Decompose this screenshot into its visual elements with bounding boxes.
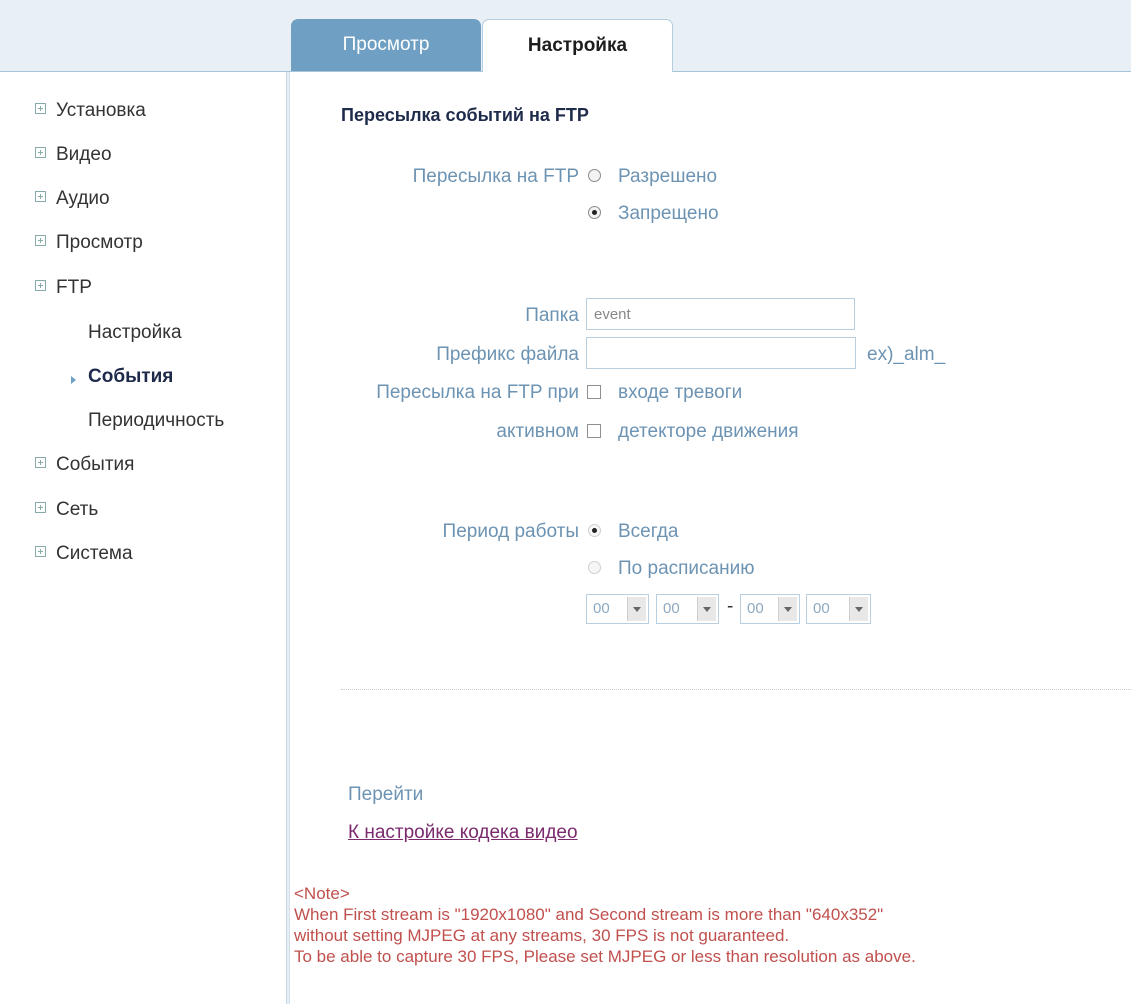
ftp-upload-deny-label: Запрещено	[618, 203, 719, 224]
period-label: Период работы	[442, 521, 579, 542]
main-content: Пересылка событий на FTP Пересылка на FT…	[291, 72, 1131, 1004]
ftp-upload-allow-label: Разрешено	[618, 166, 718, 187]
period-always-radio[interactable]	[588, 524, 601, 537]
sidebar-item-audio[interactable]: Аудио	[35, 188, 110, 210]
select-value: 00	[813, 600, 830, 617]
sidebar-item-label: События	[56, 454, 135, 475]
plus-box-icon	[35, 502, 46, 513]
sidebar-item-label: Видео	[56, 144, 112, 165]
chevron-down-icon	[778, 597, 797, 621]
ftp-upload-deny-radio[interactable]	[588, 206, 601, 219]
select-value: 00	[663, 600, 680, 617]
alarm-input-checkbox[interactable]	[587, 385, 601, 399]
period-always-label: Всегда	[618, 521, 679, 542]
note-line: without setting MJPEG at any streams, 30…	[294, 926, 790, 945]
sidebar: Установка Видео Аудио Просмотр FTP Настр…	[0, 72, 286, 1004]
sidebar-item-network[interactable]: Сеть	[35, 499, 98, 521]
plus-box-icon	[35, 147, 46, 158]
ftp-upload-label: Пересылка на FTP	[412, 166, 579, 187]
active-label: активном	[496, 421, 579, 442]
top-bar: Просмотр Настройка	[0, 0, 1131, 72]
prefix-input[interactable]	[586, 337, 856, 369]
motion-detector-checkbox[interactable]	[587, 424, 601, 438]
sidebar-subitem-events[interactable]: События	[88, 366, 173, 388]
sidebar-item-ftp[interactable]: FTP	[35, 277, 92, 299]
note-block: <Note> When First stream is "1920x1080" a…	[294, 883, 916, 967]
goto-heading: Перейти	[348, 784, 424, 805]
plus-box-icon	[35, 235, 46, 246]
end-hour-select[interactable]: 00	[740, 594, 800, 624]
plus-box-icon	[35, 280, 46, 291]
sidebar-item-system[interactable]: Система	[35, 543, 133, 565]
end-minute-select[interactable]: 00	[806, 594, 871, 624]
sidebar-item-label: Аудио	[56, 188, 110, 209]
start-hour-select[interactable]: 00	[586, 594, 649, 624]
plus-box-icon	[35, 191, 46, 202]
note-line: To be able to capture 30 FPS, Please set…	[294, 947, 916, 966]
period-schedule-radio[interactable]	[588, 561, 601, 574]
sidebar-item-video[interactable]: Видео	[35, 144, 112, 166]
triangle-right-icon	[71, 376, 76, 384]
note-line: When First stream is "1920x1080" and Sec…	[294, 905, 884, 924]
tab-setup[interactable]: Настройка	[482, 19, 673, 72]
prefix-example: ex)_alm_	[867, 344, 946, 365]
sidebar-item-label: Установка	[56, 100, 146, 121]
upload-on-label: Пересылка на FTP при	[376, 382, 579, 403]
sidebar-item-label: FTP	[56, 277, 92, 298]
ftp-upload-allow-radio[interactable]	[588, 169, 601, 182]
sidebar-item-events[interactable]: События	[35, 454, 134, 476]
folder-input[interactable]	[586, 298, 855, 330]
sidebar-item-install[interactable]: Установка	[35, 100, 146, 122]
select-value: 00	[593, 600, 610, 617]
sidebar-item-view[interactable]: Просмотр	[35, 232, 143, 254]
chevron-down-icon	[849, 597, 868, 621]
prefix-label: Префикс файла	[436, 344, 579, 365]
sidebar-subitem-periodic[interactable]: Периодичность	[88, 410, 224, 432]
plus-box-icon	[35, 546, 46, 557]
alarm-input-label: входе тревоги	[618, 382, 743, 403]
sidebar-item-label: Просмотр	[56, 232, 143, 253]
sidebar-item-label: Система	[56, 543, 133, 564]
time-range-separator: -	[727, 596, 734, 617]
select-value: 00	[747, 600, 764, 617]
chevron-down-icon	[697, 597, 716, 621]
sidebar-item-label: Сеть	[56, 499, 99, 520]
start-minute-select[interactable]: 00	[656, 594, 719, 624]
sidebar-divider	[286, 72, 290, 1004]
period-schedule-label: По расписанию	[618, 558, 755, 579]
tab-view[interactable]: Просмотр	[291, 19, 481, 71]
section-divider	[341, 689, 1131, 690]
chevron-down-icon	[627, 597, 646, 621]
plus-box-icon	[35, 457, 46, 468]
codec-settings-link[interactable]: К настройке кодека видео	[348, 822, 578, 844]
sidebar-subitem-setup[interactable]: Настройка	[88, 322, 182, 344]
plus-box-icon	[35, 103, 46, 114]
page-title: Пересылка событий на FTP	[341, 105, 589, 125]
motion-detector-label: детекторе движения	[618, 421, 799, 442]
folder-label: Папка	[525, 305, 579, 326]
note-line: <Note>	[294, 884, 350, 903]
